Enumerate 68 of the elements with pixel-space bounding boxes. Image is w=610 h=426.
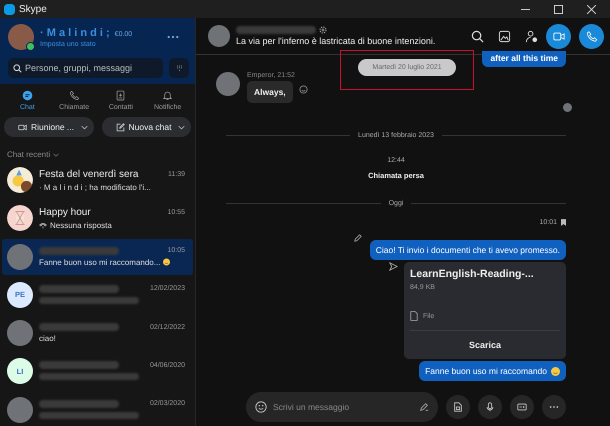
message-preview: Fanne buon uso mi raccomando... (39, 258, 160, 267)
smiley-icon[interactable] (255, 401, 267, 413)
close-icon[interactable] (587, 4, 596, 14)
chevron-down-icon[interactable] (53, 152, 60, 156)
bookmark-icon[interactable] (561, 219, 566, 226)
message-preview: · M a l i n d i ; ha modificato l'i... (39, 182, 151, 192)
gallery-icon[interactable] (498, 30, 511, 42)
chevron-down-icon[interactable] (178, 124, 185, 130)
missed-call-icon (39, 221, 47, 230)
app-logo-icon (4, 4, 15, 14)
video-camera-icon (552, 30, 564, 42)
contact-book-icon (115, 90, 126, 101)
bell-icon (162, 90, 174, 101)
microphone-icon (485, 402, 495, 412)
chat-name: Happy hour (39, 206, 91, 218)
outgoing-message: Ciao! Ti invio i documenti che ti avevo promesso. (370, 240, 566, 260)
sender-photo-placeholder (216, 72, 240, 96)
add-person-icon[interactable] (525, 30, 538, 42)
read-receipt-avatar (563, 103, 572, 112)
outgoing-message: Fanne buon uso mi raccomando (419, 361, 566, 381)
audio-call-button[interactable] (579, 24, 604, 48)
mood-message: La via per l'inferno è lastricata di buone intenzioni. (236, 36, 436, 46)
smiley-icon (163, 258, 170, 266)
search-icon (13, 64, 22, 72)
maximize-icon[interactable] (554, 4, 563, 14)
avatar-photo-placeholder (7, 244, 33, 270)
message-preview: Nessuna risposta (50, 220, 112, 230)
compose-icon (116, 122, 124, 132)
meeting-button[interactable]: Riunione ... (4, 117, 94, 137)
share-file-button[interactable] (446, 395, 470, 419)
contact-card-button[interactable] (510, 395, 534, 419)
avatar-photo-placeholder (7, 320, 33, 346)
message-preview: ciao! (39, 334, 56, 344)
hourglass-avatar-icon (7, 205, 33, 232)
outgoing-message: after all this time (482, 51, 566, 67)
message-input[interactable]: Scrivi un messaggio (246, 392, 438, 422)
file-name[interactable]: LearnEnglish-Reading-... (410, 268, 560, 280)
download-button[interactable]: Scarica (468, 335, 502, 353)
chat-bubble-icon (22, 90, 33, 101)
file-share-icon (453, 402, 463, 412)
video-call-button[interactable] (546, 24, 571, 48)
smiley-icon[interactable] (298, 85, 308, 94)
recent-chats-header[interactable]: Chat recenti (7, 150, 50, 159)
party-face-avatar-icon (7, 167, 33, 193)
search-input[interactable]: Persone, gruppi, messaggi (25, 63, 155, 73)
avatar-photo-placeholder (7, 396, 33, 423)
chevron-down-icon[interactable] (80, 124, 88, 130)
incoming-message: Always, (247, 81, 293, 103)
voice-message-button[interactable] (478, 395, 502, 419)
settings-icon[interactable] (319, 26, 327, 34)
sent-icon (389, 262, 398, 271)
chat-name: Festa del venerdì sera (39, 168, 138, 180)
document-icon (410, 311, 418, 321)
video-meeting-icon (18, 122, 27, 132)
new-chat-button[interactable]: Nuova chat (102, 117, 191, 137)
phone-icon (68, 90, 80, 101)
search-field[interactable]: Persone, gruppi, messaggi (8, 58, 163, 78)
online-status-dot (26, 42, 35, 51)
contact-card-icon (517, 402, 527, 412)
profile-name[interactable]: · M a l i n d i ; (40, 26, 110, 38)
search-icon[interactable] (471, 30, 484, 42)
pen-icon (419, 402, 429, 412)
phone-icon (586, 30, 598, 42)
window-title: Skype (19, 4, 47, 14)
contact-photo-placeholder[interactable] (208, 25, 230, 47)
more-icon[interactable] (167, 35, 179, 39)
message-text-input[interactable]: Scrivi un messaggio (273, 402, 406, 412)
avatar-photo-placeholder[interactable] (8, 24, 34, 50)
